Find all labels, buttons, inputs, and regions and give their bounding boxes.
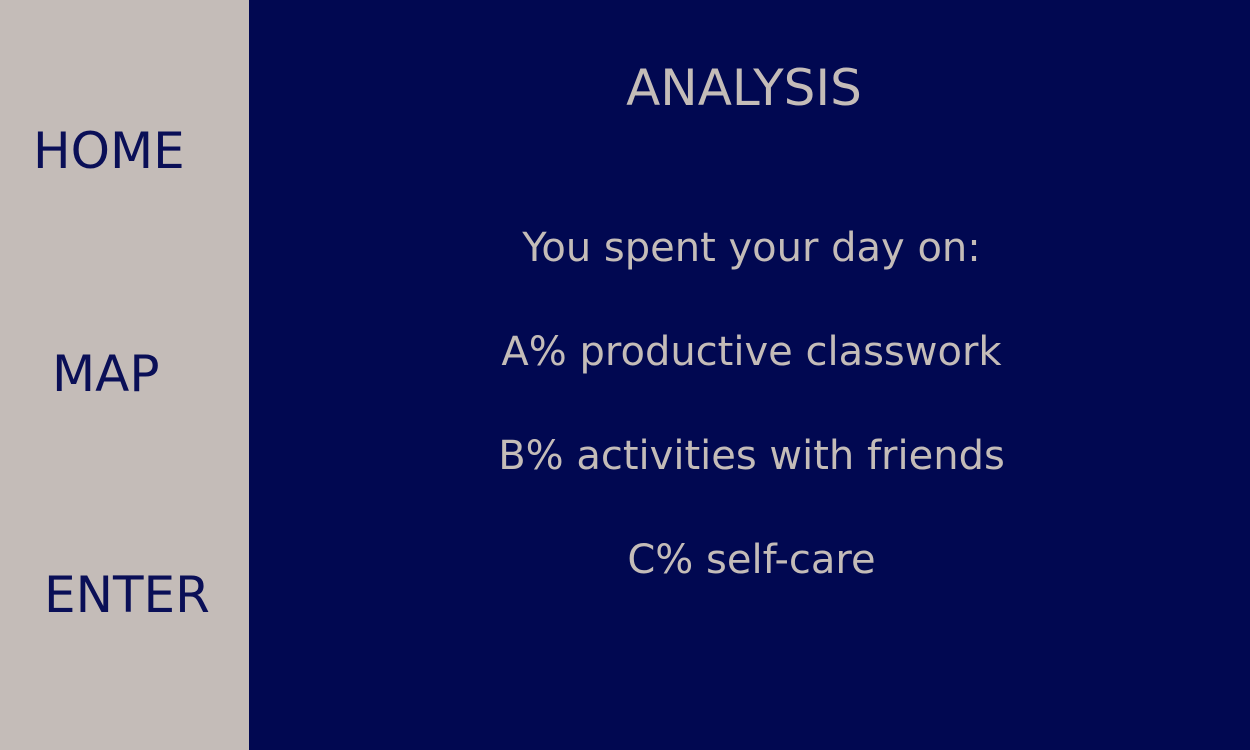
analysis-classwork-line: A% productive classwork <box>501 329 1002 375</box>
nav-enter-button[interactable]: ENTER <box>0 565 249 625</box>
page-title: ANALYSIS <box>626 59 862 117</box>
nav-home-button[interactable]: HOME <box>0 121 249 181</box>
sidebar-nav: HOME MAP ENTER <box>0 0 249 750</box>
analysis-selfcare-line: C% self-care <box>627 537 876 583</box>
analysis-intro-text: You spent your day on: <box>522 225 981 271</box>
nav-map-button[interactable]: MAP <box>0 344 249 404</box>
analysis-panel: ANALYSIS You spent your day on: A% produ… <box>249 0 1250 750</box>
analysis-friends-line: B% activities with friends <box>498 433 1005 479</box>
